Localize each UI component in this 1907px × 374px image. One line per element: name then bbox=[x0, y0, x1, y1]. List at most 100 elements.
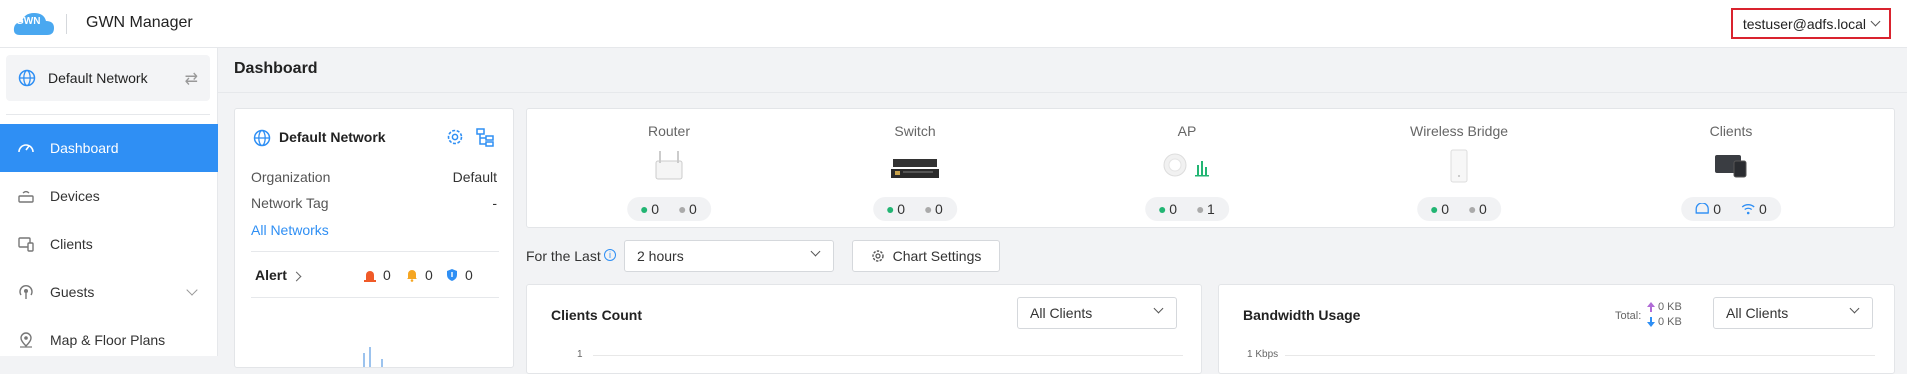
chart-settings-button[interactable]: Chart Settings bbox=[852, 240, 1000, 272]
arrow-down-icon bbox=[1647, 317, 1655, 327]
user-menu[interactable]: testuser@adfs.local bbox=[1730, 8, 1891, 39]
app-title: GWN Manager bbox=[86, 14, 193, 31]
wireless-count: 0 bbox=[1741, 201, 1767, 217]
sidebar-item-devices[interactable]: Devices bbox=[0, 172, 218, 220]
sidebar-item-clients[interactable]: Clients bbox=[0, 220, 218, 268]
device-name: Router bbox=[647, 123, 691, 139]
alert-info-count: 0 bbox=[465, 267, 473, 283]
network-tag-value: - bbox=[492, 195, 497, 211]
online-count: 0 bbox=[1159, 201, 1177, 217]
device-router[interactable]: Router 0 0 bbox=[589, 123, 749, 223]
network-card-title: Default Network bbox=[279, 129, 386, 145]
mini-chart-bar bbox=[363, 353, 365, 367]
siren-icon bbox=[364, 271, 376, 282]
total-download: 0 KB bbox=[1647, 316, 1682, 328]
offline-count: 0 bbox=[1469, 201, 1487, 217]
device-summary-panel: Router 0 0 Switch 0 0 AP 0 1 Wireless Br… bbox=[526, 108, 1895, 228]
device-wireless-bridge[interactable]: Wireless Bridge 0 0 bbox=[1379, 123, 1539, 223]
client-devices-icon bbox=[1715, 155, 1747, 178]
sidebar-item-dashboard[interactable]: Dashboard bbox=[0, 124, 218, 172]
alert-warning-count: 0 bbox=[425, 267, 433, 283]
sidebar-item-map[interactable]: Map & Floor Plans bbox=[0, 316, 218, 364]
header-separator bbox=[66, 14, 67, 34]
switch-icon[interactable]: ⇄ bbox=[185, 69, 198, 89]
bridge-icon bbox=[1450, 149, 1468, 183]
online-count: 0 bbox=[641, 201, 659, 217]
y-axis-tick: 1 Kbps bbox=[1247, 349, 1279, 360]
offline-count: 0 bbox=[925, 201, 943, 217]
chevron-right-icon bbox=[291, 271, 302, 282]
all-networks-link[interactable]: All Networks bbox=[251, 222, 329, 238]
chevron-down-icon bbox=[810, 246, 821, 257]
divider bbox=[251, 297, 499, 298]
organization-label: Organization bbox=[251, 169, 331, 185]
clients-filter-value: All Clients bbox=[1030, 305, 1093, 321]
bell-icon bbox=[407, 270, 417, 282]
network-name: Default Network bbox=[48, 70, 148, 86]
network-selector[interactable]: Default Network ⇄ bbox=[6, 55, 210, 101]
chevron-down-icon bbox=[1849, 303, 1860, 314]
switch-device-icon bbox=[891, 159, 939, 178]
gauge-icon bbox=[16, 138, 36, 158]
time-period-value: 2 hours bbox=[637, 248, 684, 264]
alert-critical[interactable]: 0 bbox=[363, 267, 391, 283]
clients-filter-select[interactable]: All Clients bbox=[1017, 297, 1177, 329]
sidebar: Default Network ⇄ Dashboard Devices Clie… bbox=[0, 48, 218, 356]
clients-count-panel: Clients Count All Clients 1 bbox=[526, 284, 1202, 374]
status-pill: 0 0 bbox=[627, 197, 711, 221]
alert-link[interactable]: Alert bbox=[255, 267, 287, 283]
chevron-down-icon bbox=[1870, 16, 1881, 27]
wifi-icon bbox=[1741, 204, 1755, 215]
mini-chart-bar bbox=[381, 359, 383, 367]
device-name: AP bbox=[1177, 123, 1197, 139]
globe-icon bbox=[18, 69, 36, 87]
info-icon[interactable]: i bbox=[604, 249, 616, 261]
topology-icon[interactable] bbox=[475, 127, 495, 147]
mini-chart-bar bbox=[369, 347, 371, 367]
network-card: Default Network Organization Default Net… bbox=[234, 108, 514, 368]
page-header-divider bbox=[218, 92, 1907, 93]
gear-icon bbox=[871, 250, 884, 262]
offline-count: 0 bbox=[679, 201, 697, 217]
device-switch[interactable]: Switch 0 0 bbox=[835, 123, 995, 223]
organization-value: Default bbox=[452, 169, 497, 185]
bandwidth-title: Bandwidth Usage bbox=[1243, 307, 1361, 323]
alert-warning[interactable]: 0 bbox=[405, 267, 433, 283]
alert-info[interactable]: 0 bbox=[445, 267, 473, 283]
shield-icon bbox=[447, 269, 457, 281]
page-title: Dashboard bbox=[234, 60, 318, 77]
online-count: 0 bbox=[887, 201, 905, 217]
top-bar: GWN GWN Manager testuser@adfs.local bbox=[0, 0, 1907, 48]
sidebar-item-guests[interactable]: Guests bbox=[0, 268, 218, 316]
total-upload: 0 KB bbox=[1647, 301, 1682, 313]
access-point-icon bbox=[1163, 153, 1209, 177]
sidebar-divider bbox=[6, 114, 210, 115]
wired-icon bbox=[1695, 203, 1709, 214]
sidebar-item-label: Dashboard bbox=[50, 140, 119, 156]
device-clients[interactable]: Clients 0 0 bbox=[1651, 123, 1811, 223]
time-period-select[interactable]: 2 hours bbox=[624, 240, 834, 272]
clients-count-title: Clients Count bbox=[551, 307, 642, 323]
chevron-down-icon bbox=[1153, 303, 1164, 314]
logo-text: GWN bbox=[16, 16, 41, 27]
status-pill: 0 0 bbox=[1417, 197, 1501, 221]
bandwidth-filter-select[interactable]: All Clients bbox=[1713, 297, 1873, 329]
total-label: Total: bbox=[1615, 310, 1642, 322]
device-ap[interactable]: AP 0 1 bbox=[1107, 123, 1267, 223]
sidebar-item-label: Guests bbox=[50, 284, 95, 300]
chart-settings-label: Chart Settings bbox=[892, 248, 982, 264]
online-count: 0 bbox=[1431, 201, 1449, 217]
bandwidth-filter-value: All Clients bbox=[1726, 305, 1789, 321]
sidebar-item-label: Devices bbox=[50, 188, 100, 204]
sidebar-item-label: Clients bbox=[50, 236, 93, 252]
device-name: Wireless Bridge bbox=[1409, 123, 1509, 139]
status-pill: 0 0 bbox=[873, 197, 957, 221]
gear-icon[interactable] bbox=[445, 127, 465, 147]
router-icon bbox=[655, 151, 683, 180]
divider bbox=[251, 251, 499, 252]
device-icon bbox=[16, 186, 36, 206]
device-name: Clients bbox=[1709, 123, 1753, 139]
device-name: Switch bbox=[894, 123, 936, 139]
status-pill: 0 1 bbox=[1145, 197, 1229, 221]
map-pin-icon bbox=[16, 330, 36, 350]
